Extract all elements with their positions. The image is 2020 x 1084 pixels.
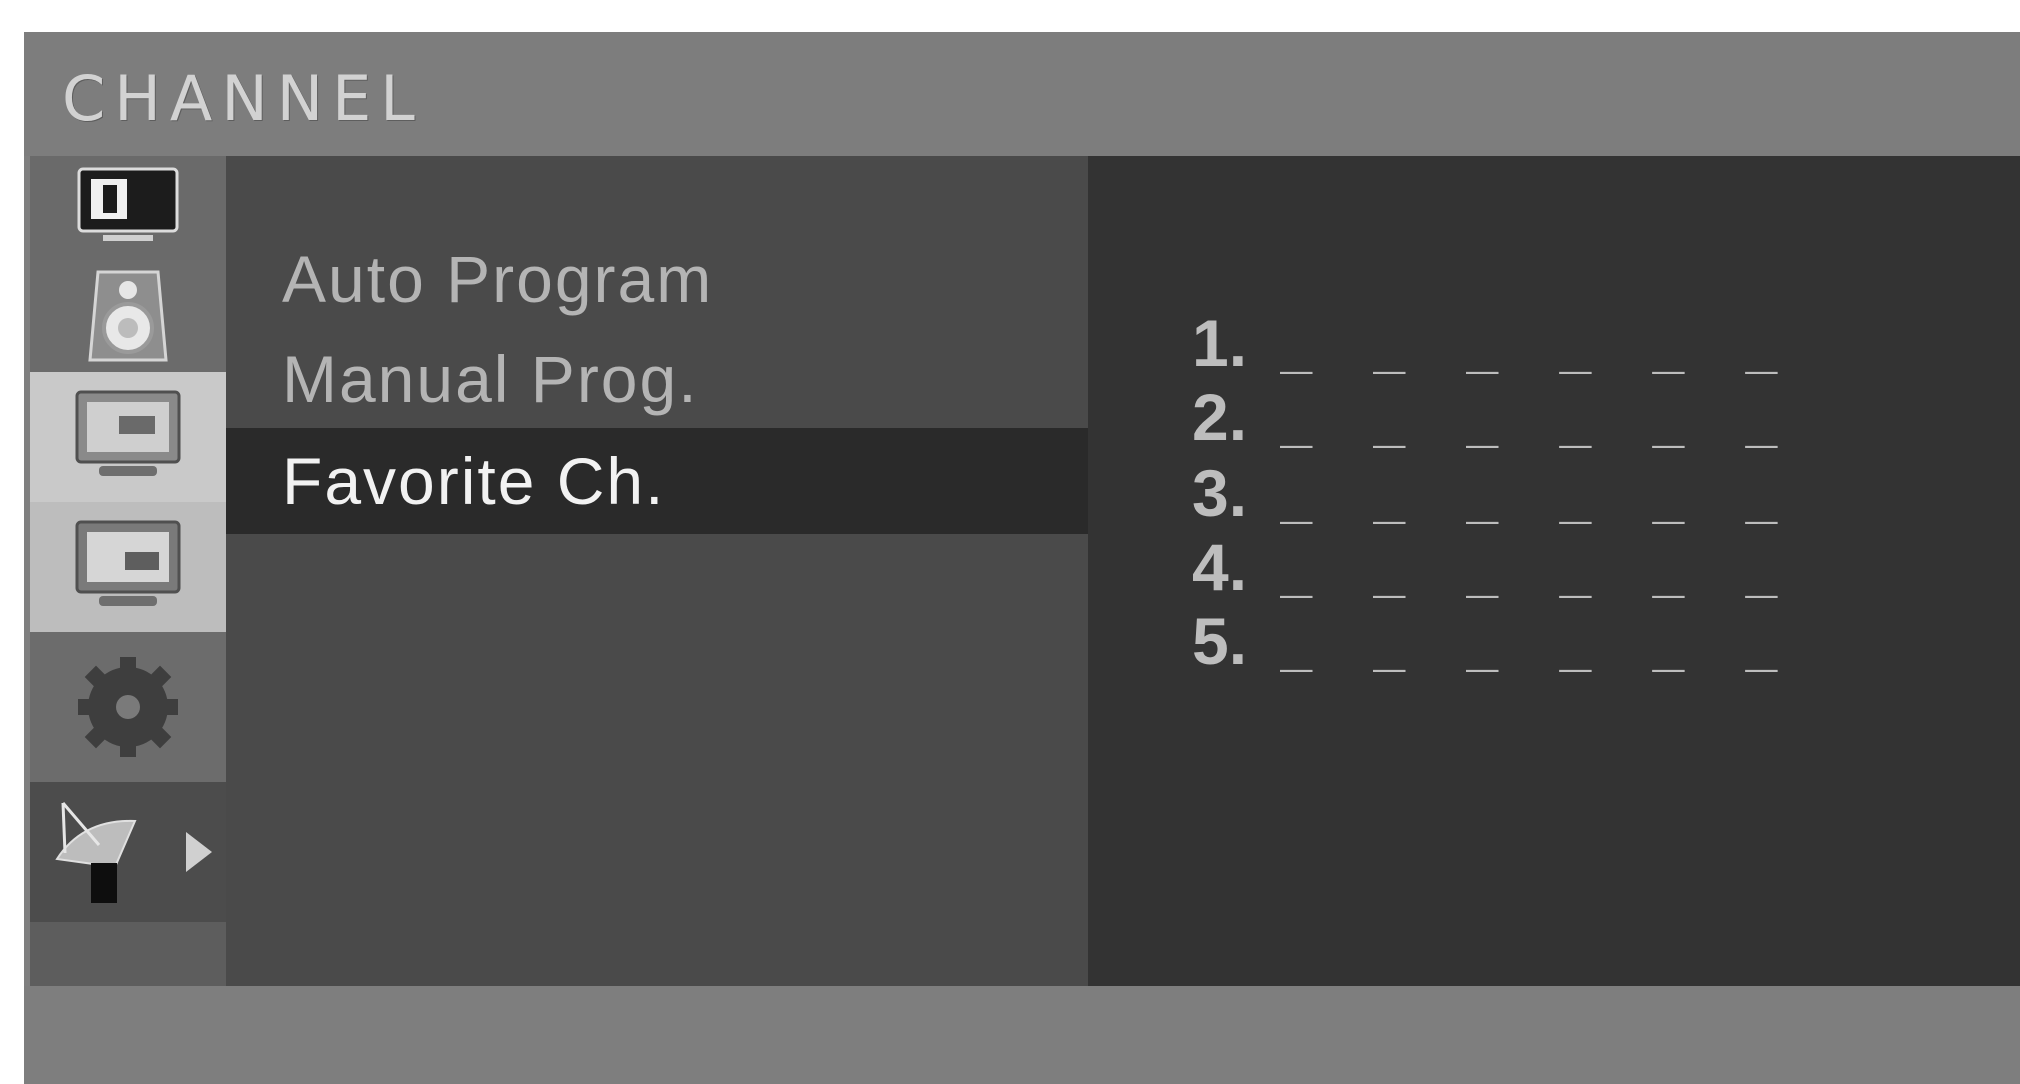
favorite-slot-value: _ _ _ _ _ _	[1280, 535, 1792, 598]
favorite-slot-value: _ _ _ _ _ _	[1280, 311, 1792, 374]
tv-pip-icon	[75, 520, 181, 606]
tv-channel-icon	[75, 390, 181, 476]
menu-item-label: Auto Program	[282, 242, 714, 316]
speaker-icon	[88, 270, 168, 362]
sidebar-item-pip[interactable]	[30, 502, 226, 632]
favorite-slot-row[interactable]: 1. _ _ _ _ _ _	[1192, 296, 1792, 376]
channel-menu: CHANNEL Auto Program Manual Prog. Favori…	[24, 32, 2020, 1084]
menu-item-auto-program[interactable]: Auto Program	[226, 226, 1088, 332]
favorite-slot-number: 5.	[1192, 604, 1248, 678]
favorite-slot-row[interactable]: 3. _ _ _ _ _ _	[1192, 446, 1792, 526]
menu-item-label: Favorite Ch.	[282, 444, 666, 518]
sidebar-item-channel[interactable]	[30, 372, 226, 502]
menu-item-manual-prog[interactable]: Manual Prog.	[226, 326, 1088, 432]
channel-menu-list: Auto Program Manual Prog. Favorite Ch.	[226, 156, 1136, 986]
menu-item-label: Manual Prog.	[282, 342, 699, 416]
favorite-slot-value: _ _ _ _ _ _	[1280, 461, 1792, 524]
picture-icon	[77, 167, 179, 241]
satellite-dish-icon	[55, 802, 137, 903]
favorite-slot-row[interactable]: 2. _ _ _ _ _ _	[1192, 370, 1792, 450]
favorite-slot-number: 3.	[1192, 456, 1248, 530]
favorite-slot-number: 4.	[1192, 530, 1248, 604]
gear-icon	[78, 657, 178, 757]
sidebar-item-satellite[interactable]	[30, 782, 226, 922]
favorite-slot-row[interactable]: 4. _ _ _ _ _ _	[1192, 520, 1792, 600]
favorite-slot-number: 1.	[1192, 306, 1248, 380]
sidebar-item-picture[interactable]	[30, 156, 226, 260]
sidebar-item-sound[interactable]	[30, 260, 226, 372]
category-sidebar	[30, 156, 226, 986]
sidebar-item-setup[interactable]	[30, 632, 226, 782]
favorite-slot-row[interactable]: 5. _ _ _ _ _ _	[1192, 594, 1792, 674]
menu-item-favorite-ch[interactable]: Favorite Ch.	[226, 428, 1136, 534]
favorite-slot-value: _ _ _ _ _ _	[1280, 385, 1792, 448]
menu-title: CHANNEL	[62, 62, 424, 135]
favorite-channel-panel: 1. _ _ _ _ _ _ 2. _ _ _ _ _ _ 3. _ _ _ _…	[1088, 156, 2020, 986]
favorite-slot-value: _ _ _ _ _ _	[1280, 609, 1792, 672]
menu-header: CHANNEL	[24, 32, 2020, 156]
menu-footer	[24, 986, 2020, 1084]
chevron-right-icon	[186, 832, 212, 872]
favorite-slot-number: 2.	[1192, 380, 1248, 454]
